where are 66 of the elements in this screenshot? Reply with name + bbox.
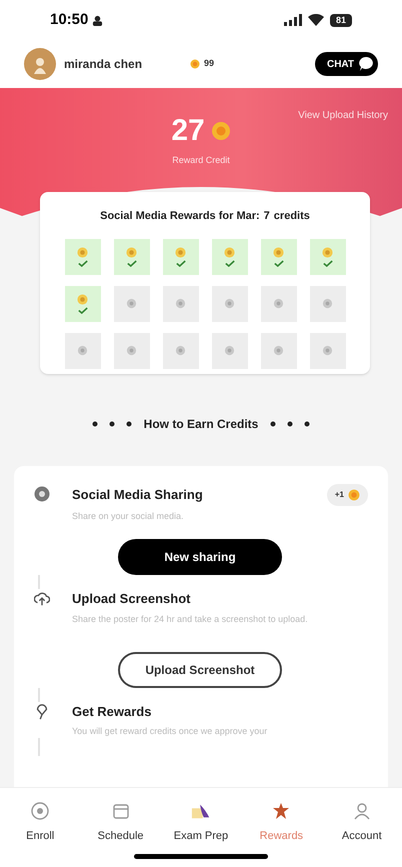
- coin-icon: [77, 294, 88, 304]
- check-icon: [224, 260, 234, 266]
- step-description: Share the poster for 24 hr and take a screenshot to upload.: [72, 612, 309, 626]
- step-description: Share on your social media.: [72, 510, 185, 523]
- coin-icon: [210, 121, 231, 141]
- coin-icon: [224, 345, 235, 356]
- coin-icon: [175, 298, 186, 309]
- check-icon: [322, 260, 332, 266]
- coin-icon: [348, 489, 360, 501]
- coin-icon: [322, 246, 333, 258]
- check-icon: [274, 260, 284, 266]
- status-time: 10:50: [50, 10, 88, 30]
- coin-count: 99: [204, 57, 214, 70]
- coin-icon: [273, 298, 284, 309]
- step-description: You will get reward credits once we approve your: [72, 725, 268, 738]
- new-sharing-button[interactable]: New sharing: [118, 539, 282, 575]
- calendar-icon: [110, 802, 131, 820]
- dots-icon: [92, 421, 132, 427]
- step-title: Upload Screenshot: [72, 590, 190, 608]
- coin-icon: [126, 345, 137, 356]
- credit-label: Reward Credit: [172, 154, 230, 167]
- dots-icon: [270, 421, 310, 427]
- cloud-upload-icon: [34, 591, 50, 607]
- coin-icon: [126, 246, 137, 258]
- credit-badge: +1: [326, 484, 368, 506]
- chat-button[interactable]: CHAT: [314, 52, 378, 76]
- rewards-title: Social Media Rewards for Mar:: [100, 209, 260, 224]
- share-icon: [34, 486, 50, 502]
- coin-icon: [273, 345, 284, 356]
- check-icon: [78, 260, 88, 266]
- credit-total: 27: [171, 116, 205, 146]
- coin-icon: [190, 59, 200, 69]
- book-icon: [190, 802, 211, 820]
- star-icon: [271, 802, 292, 820]
- coin-icon: [126, 298, 137, 309]
- coin-icon: [77, 246, 88, 258]
- coin-icon: [77, 345, 88, 356]
- user-name: miranda chen: [64, 56, 142, 73]
- section-heading: How to Earn Credits: [144, 416, 258, 433]
- credit-count: 7: [264, 209, 270, 224]
- coin-icon: [322, 298, 333, 309]
- tab-item[interactable]: Exam Prep: [166, 802, 236, 844]
- coin-icon: [224, 246, 235, 258]
- check-icon: [126, 260, 136, 266]
- tab-item[interactable]: Account: [326, 802, 397, 844]
- tab-item[interactable]: Enroll: [5, 802, 76, 844]
- chat-bubble-icon: [358, 56, 374, 72]
- wifi-icon: [308, 14, 324, 26]
- upload-screenshot-button[interactable]: Upload Screenshot: [118, 652, 282, 688]
- coin-icon: [322, 345, 333, 356]
- signal-icon: [284, 14, 302, 26]
- step-title: Get Rewards: [72, 702, 152, 720]
- coin-icon: [224, 298, 235, 309]
- tab-item[interactable]: Schedule: [86, 802, 156, 844]
- credit-unit: credits: [274, 209, 310, 224]
- coin-icon: [175, 345, 186, 356]
- target-icon: [30, 802, 50, 820]
- coin-icon: [175, 246, 186, 258]
- check-icon: [176, 260, 186, 266]
- battery-indicator: 81: [330, 14, 352, 26]
- coin-icon: [273, 246, 284, 258]
- person-icon: [92, 14, 104, 26]
- avatar: [24, 48, 56, 80]
- check-icon: [78, 306, 88, 314]
- step-title: Social Media Sharing: [72, 486, 203, 504]
- person-icon: [352, 802, 372, 820]
